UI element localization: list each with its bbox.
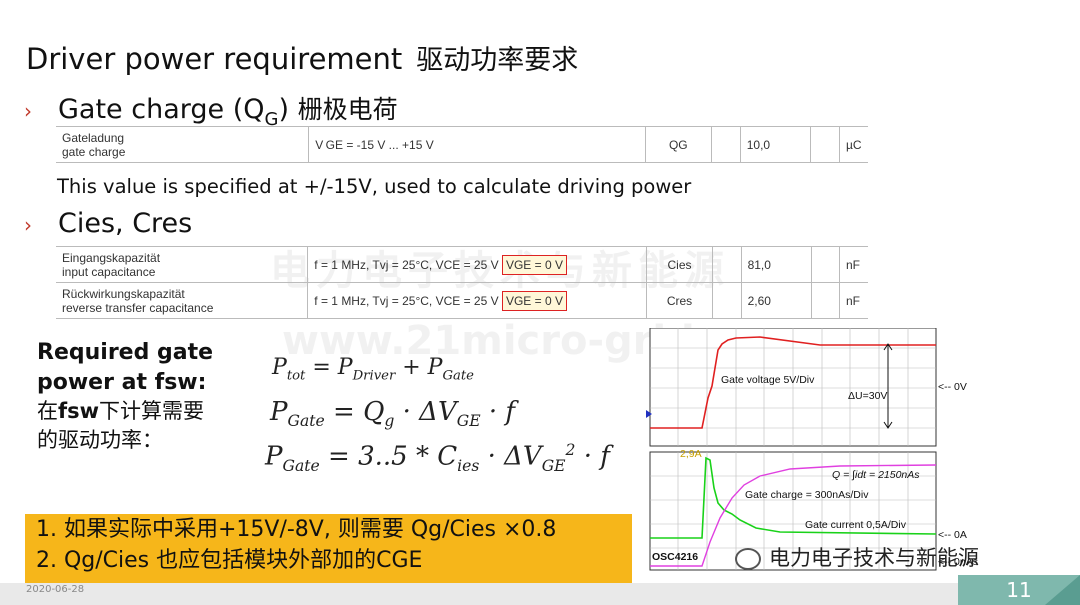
bullet-arrow-icon: › — [24, 99, 32, 123]
param-value: 2,60 — [740, 282, 811, 319]
param-symbol: Cres — [645, 282, 713, 319]
gate-charge-heading: › Gate charge (QG) 栅极电荷 — [24, 90, 398, 130]
param-condition-highlight: VGE = 0 V — [501, 290, 567, 311]
required-power-cn: 在fsw下计算需要 的驱动功率： — [37, 397, 204, 455]
formula-ptot: Ptot = PDriver + PGate — [272, 355, 474, 384]
scope-zero-v-label: <-- 0V — [938, 381, 967, 393]
bullet-arrow-icon: › — [24, 213, 32, 237]
required-cn-bold: fsw — [58, 399, 100, 423]
scope-gate-current-label: Gate current 0,5A/Div — [805, 519, 906, 531]
param-name-en: input capacitance — [62, 264, 156, 279]
title-en: Driver power requirement — [26, 42, 403, 76]
capacitance-label: Cies, Cres — [58, 208, 193, 239]
param-condition: f = 1 MHz, Tvj = 25°C, VCE = 25 V — [314, 257, 499, 272]
wechat-caption-text: 电力电子技术与新能源 — [769, 546, 979, 570]
param-name-en: gate charge — [62, 144, 126, 159]
scope-gate-voltage-label: Gate voltage 5V/Div — [721, 374, 815, 386]
table-row: Gateladung gate charge V GE = -15 V ... … — [56, 126, 868, 163]
highlight-box: 1. 如果实际中采用+15V/-8V, 则需要 Qg/Cies ×0.8 2. … — [25, 514, 632, 584]
capacitance-table: Eingangskapazität input capacitance f = … — [56, 246, 868, 319]
param-unit: nF — [839, 246, 868, 283]
gate-charge-label: Gate charge (Q — [58, 94, 265, 125]
highlight-line1: 1. 如果实际中采用+15V/-8V, 则需要 Qg/Cies ×0.8 — [36, 517, 557, 542]
required-cn-line2: 的驱动功率： — [37, 428, 163, 452]
scope-delta-u-label: ΔU=30V — [848, 390, 888, 402]
scope-zero-a-label: <-- 0A — [938, 529, 967, 541]
param-condition-highlight: VGE = 0 V — [501, 254, 567, 275]
gate-charge-cn: 栅极电荷 — [297, 95, 398, 124]
scope-integral-label: Q = ∫idt = 2150nAs — [832, 469, 920, 481]
formula-pgate-cies: PGate = 3..5 * Cies · ΔVGE2 · f — [265, 441, 610, 475]
param-name-de: Gateladung — [62, 130, 125, 145]
param-condition: f = 1 MHz, Tvj = 25°C, VCE = 25 V — [314, 293, 499, 308]
formula-pgate-qg: PGate = Qg · ΔVGE · f — [270, 397, 515, 431]
required-cn-pre: 在 — [37, 399, 58, 423]
param-name-de: Eingangskapazität — [62, 250, 161, 265]
note-text: This value is specified at +/-15V, used … — [57, 175, 692, 198]
param-symbol: Cies — [645, 246, 713, 283]
required-power-label: Required gate power at fsw: — [37, 338, 213, 398]
param-unit: nF — [839, 282, 868, 319]
param-value: 10,0 — [739, 126, 811, 163]
footer-date: 2020-06-28 — [26, 584, 85, 595]
wechat-icon — [735, 548, 761, 570]
gate-charge-close: ) — [278, 94, 289, 125]
param-unit: µC — [838, 126, 868, 163]
scope-peak-label: 2,9A — [680, 448, 702, 460]
param-value: 81,0 — [740, 246, 811, 283]
slide-title: Driver power requirement 驱动功率要求 — [26, 38, 578, 77]
param-name-en: reverse transfer capacitance — [62, 300, 214, 315]
table-row: Eingangskapazität input capacitance f = … — [56, 246, 868, 283]
scope-gate-charge-label: Gate charge = 300nAs/Div — [745, 489, 869, 501]
param-symbol: QG — [644, 126, 712, 163]
required-line1: Required gate — [37, 340, 214, 365]
required-line2: power at fsw: — [37, 370, 207, 395]
wechat-caption: 电力电子技术与新能源 — [735, 542, 979, 572]
scope-osc-label: OSC4216 — [652, 551, 699, 563]
gate-charge-table: Gateladung gate charge V GE = -15 V ... … — [56, 126, 868, 163]
highlight-line2: 2. Qg/Cies 也应包括模块外部加的CGE — [36, 548, 423, 573]
param-condition: V GE = -15 V ... +15 V — [308, 126, 646, 163]
capacitance-heading: › Cies, Cres — [24, 208, 192, 239]
title-cn: 驱动功率要求 — [416, 45, 579, 76]
table-row: Rückwirkungskapazität reverse transfer c… — [56, 282, 868, 319]
required-cn-post: 下计算需要 — [99, 399, 205, 423]
param-name-de: Rückwirkungskapazität — [62, 286, 185, 301]
footer-bar — [0, 583, 1080, 605]
